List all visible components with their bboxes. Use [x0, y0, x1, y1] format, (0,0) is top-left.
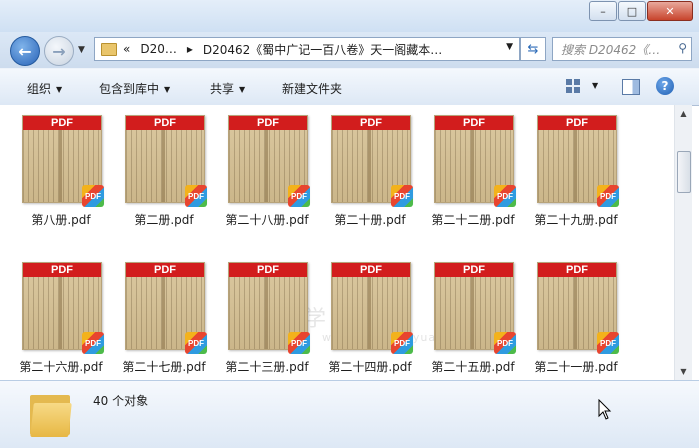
file-name: 第二十七册.pdf — [122, 360, 206, 374]
file-name: 第二十八册.pdf — [225, 213, 309, 227]
refresh-button[interactable]: ⇆ — [520, 37, 546, 61]
pdf-banner: PDF — [126, 263, 204, 277]
pdf-file-icon: PDF — [185, 332, 207, 354]
file-name: 第二十六册.pdf — [19, 360, 103, 374]
organize-label: 组织 — [27, 82, 52, 96]
file-name: 第二十册.pdf — [334, 213, 406, 227]
pdf-file-icon: PDF — [82, 332, 104, 354]
details-pane: 40 个对象 — [0, 380, 699, 448]
file-item[interactable]: PDF PDF 第二十八册.pdf — [222, 115, 322, 239]
file-item[interactable]: PDF PDF 第二十册.pdf — [325, 115, 425, 239]
pdf-banner: PDF — [538, 263, 616, 277]
file-name: 第二十二册.pdf — [431, 213, 515, 227]
file-name: 第八册.pdf — [31, 213, 91, 227]
vertical-scrollbar[interactable]: ▲ ▼ — [674, 105, 692, 380]
file-name: 第二十三册.pdf — [225, 360, 309, 374]
view-options-dropdown[interactable]: ▼ — [592, 81, 598, 90]
pdf-banner: PDF — [435, 116, 513, 130]
file-item[interactable]: PDF PDF 第二十一册.pdf — [531, 262, 631, 380]
file-item[interactable]: PDF PDF 第二册.pdf — [119, 115, 219, 239]
include-in-library-menu[interactable]: 包含到库中 ▼ — [99, 80, 170, 97]
file-item[interactable]: PDF PDF 第二十七册.pdf — [119, 262, 219, 380]
file-name: 第二十九册.pdf — [534, 213, 618, 227]
back-button[interactable]: ← — [10, 36, 40, 66]
scroll-down-icon[interactable]: ▼ — [675, 363, 692, 380]
breadcrumb-overflow[interactable]: « — [123, 42, 130, 56]
file-item[interactable]: PDF PDF 第二十九册.pdf — [531, 115, 631, 239]
search-icon[interactable]: ⚲ — [678, 41, 687, 55]
maximize-icon[interactable]: □ — [618, 1, 646, 21]
item-count: 40 个对象 — [93, 394, 149, 408]
breadcrumb-separator-icon[interactable]: ▸ — [187, 42, 193, 56]
pdf-banner: PDF — [23, 263, 101, 277]
pdf-file-icon: PDF — [597, 185, 619, 207]
file-item[interactable]: PDF PDF 第八册.pdf — [16, 115, 116, 239]
breadcrumb-item[interactable]: D20462《蜀中广记一百八卷》天一阁藏本… — [203, 41, 442, 58]
breadcrumb-item[interactable]: D20… — [140, 42, 177, 56]
recent-pages-dropdown[interactable]: ▼ — [78, 45, 85, 55]
search-placeholder: 搜索 D20462《… — [561, 42, 661, 57]
file-name: 第二十一册.pdf — [534, 360, 618, 374]
file-name: 第二册.pdf — [134, 213, 194, 227]
scroll-up-icon[interactable]: ▲ — [675, 105, 692, 122]
pdf-banner: PDF — [435, 263, 513, 277]
pdf-banner: PDF — [332, 116, 410, 130]
scrollbar-thumb[interactable] — [677, 151, 691, 193]
pdf-file-icon: PDF — [391, 185, 413, 207]
command-bar: 组织 ▼ 包含到库中 ▼ 共享 ▼ 新建文件夹 ▼ ? — [0, 68, 699, 106]
share-menu[interactable]: 共享 ▼ — [210, 80, 245, 97]
close-icon[interactable]: ✕ — [647, 1, 693, 21]
pdf-file-icon: PDF — [494, 332, 516, 354]
pdf-banner: PDF — [229, 116, 307, 130]
change-view-icon[interactable] — [566, 79, 580, 93]
pdf-file-icon: PDF — [597, 332, 619, 354]
address-bar[interactable]: « D20… ▸ D20462《蜀中广记一百八卷》天一阁藏本… ▼ — [94, 37, 520, 61]
window-controls: – □ ✕ — [588, 1, 693, 21]
file-name: 第二十五册.pdf — [431, 360, 515, 374]
pdf-banner: PDF — [229, 263, 307, 277]
new-folder-button[interactable]: 新建文件夹 — [282, 80, 342, 97]
search-input[interactable]: 搜索 D20462《… ⚲ — [552, 37, 692, 61]
file-item[interactable]: PDF PDF 第二十五册.pdf — [428, 262, 528, 380]
minimize-icon[interactable]: – — [589, 1, 617, 21]
file-item[interactable]: PDF PDF 第二十三册.pdf — [222, 262, 322, 380]
include-library-label: 包含到库中 — [99, 82, 160, 96]
folder-icon — [30, 389, 72, 437]
pdf-file-icon: PDF — [391, 332, 413, 354]
organize-menu[interactable]: 组织 ▼ — [27, 80, 62, 97]
pdf-banner: PDF — [126, 116, 204, 130]
pdf-file-icon: PDF — [288, 332, 310, 354]
pdf-file-icon: PDF — [82, 185, 104, 207]
pdf-banner: PDF — [23, 116, 101, 130]
pdf-file-icon: PDF — [185, 185, 207, 207]
file-item[interactable]: PDF PDF 第二十六册.pdf — [16, 262, 116, 380]
chevron-down-icon: ▼ — [56, 85, 63, 94]
help-icon[interactable]: ? — [656, 77, 674, 95]
forward-button[interactable]: → — [44, 36, 74, 66]
pdf-file-icon: PDF — [494, 185, 516, 207]
chevron-down-icon: ▼ — [164, 85, 171, 94]
file-list: 德 国学资源网 www.guoxueziyuan.com PDFPDF第八册.p… — [0, 105, 674, 380]
pdf-banner: PDF — [538, 116, 616, 130]
folder-icon — [101, 42, 117, 56]
pdf-file-icon: PDF — [288, 185, 310, 207]
navigation-bar: ← → ▼ « D20… ▸ D20462《蜀中广记一百八卷》天一阁藏本… ▼ … — [0, 32, 699, 68]
chevron-down-icon: ▼ — [239, 85, 246, 94]
mouse-cursor-icon — [598, 399, 612, 420]
preview-pane-icon[interactable] — [622, 79, 640, 95]
pdf-banner: PDF — [332, 263, 410, 277]
title-bar: – □ ✕ — [0, 0, 699, 33]
file-item[interactable]: PDF PDF 第二十二册.pdf — [428, 115, 528, 239]
file-item[interactable]: PDF PDF 第二十四册.pdf — [325, 262, 425, 380]
share-label: 共享 — [210, 82, 235, 96]
file-name: 第二十四册.pdf — [328, 360, 412, 374]
address-dropdown-icon[interactable]: ▼ — [506, 42, 513, 52]
